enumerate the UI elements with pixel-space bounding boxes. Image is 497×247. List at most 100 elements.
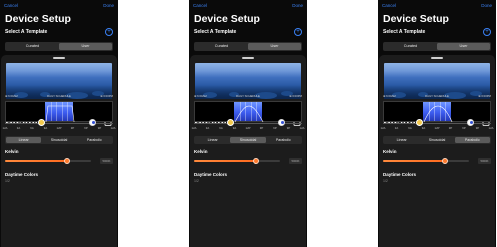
phone-screen-3: Cancel Done Device Setup Select A Templa… [378,0,496,247]
mode-parabolic[interactable]: Parabolic [454,137,490,143]
sunset-handle-moon-icon[interactable] [278,119,285,126]
kelvin-label: Kelvin [383,149,397,154]
mode-parabolic[interactable]: Parabolic [266,137,301,143]
sunset-time-label: ⊕ 6:00PM [478,94,491,98]
template-source-segmented-control: Curated User [383,42,491,51]
phone-screen-2: Cancel Done Device Setup Select A Templa… [189,0,307,247]
select-template-label: Select A Template [5,29,48,35]
done-button[interactable]: Done [103,3,114,9]
kelvin-value-field[interactable]: 5000K [289,158,302,164]
sunset-handle-moon-icon[interactable] [89,119,96,126]
kelvin-slider-knob[interactable] [252,158,259,164]
kelvin-label: Kelvin [194,149,208,154]
kelvin-slider-knob[interactable] [441,158,448,164]
mode-linear[interactable]: Linear [384,137,419,143]
axis-tick-label: 6A [30,126,34,130]
sunrise-time-label: ⊕ 6:00AM [5,94,18,98]
tab-user[interactable]: User [437,43,490,50]
sunset-time-label: ⊕ 6:00PM [289,94,302,98]
time-axis [194,123,302,124]
axis-tick-label: 12A [191,126,197,130]
kelvin-slider[interactable] [383,158,469,164]
axis-tick-label: 12A [488,126,494,130]
sunrise-handle-sun-icon[interactable] [416,119,423,126]
sheet-grabber[interactable] [431,57,443,59]
mode-linear[interactable]: Linear [6,137,42,143]
daily-schedule-label: DAILY SCHEDULE [47,94,71,98]
tab-curated[interactable]: Curated [195,43,248,50]
schedule-header: ⊕ 6:00AM DAILY SCHEDULE ⊕ 6:00PM [5,94,113,99]
nav-bar: Cancel Done [382,3,492,11]
time-axis-labels: 12A 3A 6A 9A 12P 3P 6P 9P 12A [3,126,116,131]
daily-schedule-chart[interactable] [194,101,302,123]
mode-sinusoidal[interactable]: Sinusoidal [41,137,76,143]
sheet-grabber[interactable] [53,57,65,59]
tab-user[interactable]: User [59,43,112,50]
axis-tick-label: 6A [408,126,412,130]
daytime-colors-label: Daytime Colors [383,172,417,177]
cancel-button[interactable]: Cancel [4,3,18,9]
mode-linear[interactable]: Linear [195,137,230,143]
template-source-segmented-control: Curated User [194,42,302,51]
page-title: Device Setup [5,13,71,25]
done-button[interactable]: Done [292,3,303,9]
nav-bar: Cancel Done [4,3,114,11]
sheet-grabber[interactable] [242,57,254,59]
axis-tick-label: 12A [110,126,116,130]
intensity-curve-line [423,105,453,123]
schedule-header: ⊕ 6:00AM DAILY SCHEDULE ⊕ 6:00PM [194,94,302,99]
sunrise-handle-sun-icon[interactable] [227,119,234,126]
axis-tick-label: 9P [475,126,480,130]
cancel-button[interactable]: Cancel [193,3,207,9]
page-title: Device Setup [194,13,260,25]
axis-tick-label: 12P [56,126,62,130]
curve-mode-segmented-control: Linear Sinusoidal Parabolic [194,136,302,144]
done-button[interactable]: Done [481,3,492,9]
add-template-icon[interactable]: + [294,28,302,36]
kelvin-slider-knob[interactable] [63,158,70,164]
kelvin-label: Kelvin [5,149,19,154]
daily-schedule-chart[interactable] [5,101,113,123]
axis-tick-label: 3A [16,126,21,130]
tab-curated[interactable]: Curated [384,43,437,50]
daily-schedule-chart[interactable] [383,101,491,123]
sunrise-handle-sun-icon[interactable] [38,119,45,126]
daytime-colors-label: Daytime Colors [194,172,228,177]
daytime-colors-count: 1/2 [194,179,199,183]
kelvin-slider[interactable] [194,158,280,164]
kelvin-value-field[interactable]: 5000K [100,158,113,164]
axis-tick-label: 3P [70,126,75,130]
tab-user[interactable]: User [248,43,301,50]
curve-mode-segmented-control: Linear Sinusoidal Parabolic [5,136,113,144]
axis-tick-label: 9A [421,126,426,130]
tab-curated[interactable]: Curated [6,43,59,50]
mode-sinusoidal[interactable]: Sinusoidal [230,137,266,143]
intensity-curve [45,105,75,123]
add-template-icon[interactable]: + [483,28,491,36]
add-template-icon[interactable]: + [105,28,113,36]
axis-tick-label: 9P [97,126,102,130]
select-template-label: Select A Template [194,29,237,35]
intensity-curve [234,105,264,123]
kelvin-slider[interactable] [5,158,91,164]
mode-parabolic[interactable]: Parabolic [77,137,112,143]
time-axis-labels: 12A 3A 6A 9A 12P 3P 6P 9P 12A [381,126,494,131]
axis-tick-label: 12P [434,126,440,130]
daily-schedule-label: DAILY SCHEDULE [236,94,260,98]
mode-sinusoidal[interactable]: Sinusoidal [419,137,454,143]
intensity-curve [423,105,453,123]
time-axis-labels: 12A 3A 6A 9A 12P 3P 6P 9P 12A [191,126,305,131]
axis-tick-label: 9A [43,126,48,130]
cancel-button[interactable]: Cancel [382,3,396,9]
daytime-colors-count: 1/2 [5,179,10,183]
axis-tick-label: 3A [394,126,399,130]
sunrise-time-label: ⊕ 6:00AM [194,94,207,98]
axis-tick-label: 6P [84,126,88,130]
sunset-handle-moon-icon[interactable] [467,119,474,126]
daily-schedule-label: DAILY SCHEDULE [425,94,449,98]
axis-tick-label: 3P [448,126,453,130]
kelvin-value-field[interactable]: 5000K [478,158,491,164]
axis-tick-label: 9P [286,126,291,130]
axis-tick-label: 3P [259,126,264,130]
sunrise-time-label: ⊕ 6:00AM [383,94,396,98]
